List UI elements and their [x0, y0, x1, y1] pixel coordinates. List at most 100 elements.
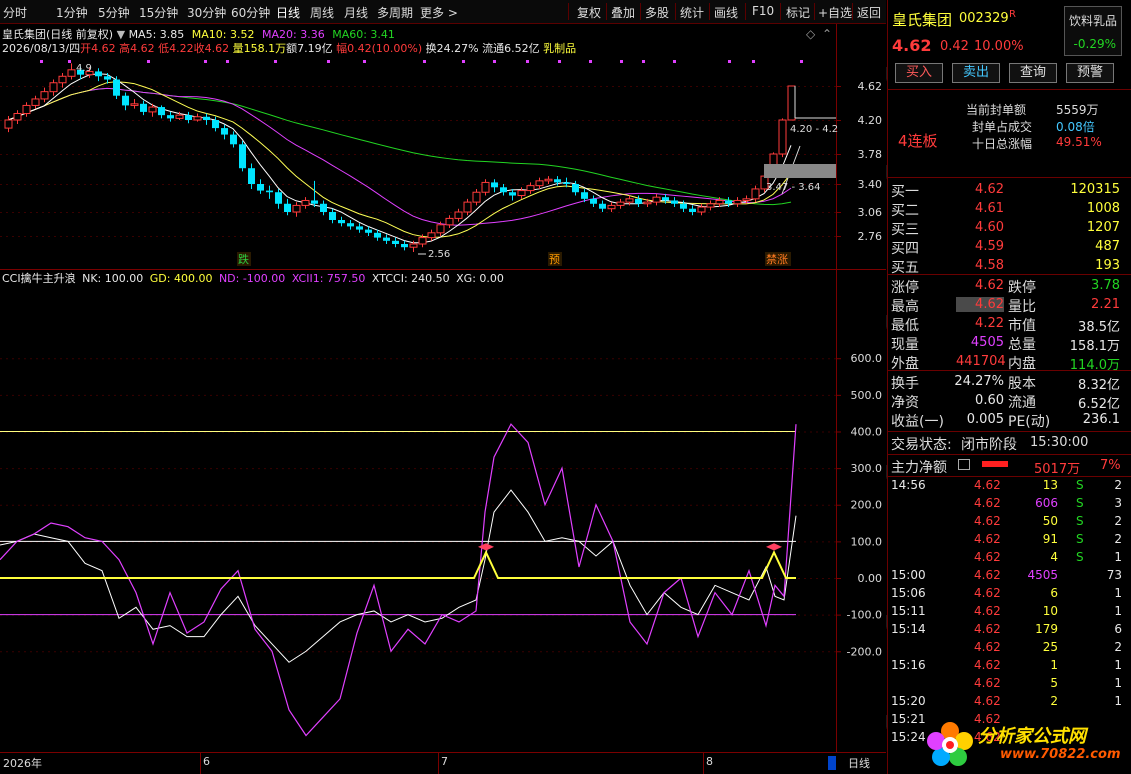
- stat-value: 4.62: [956, 297, 1004, 312]
- y-tick-label: 4.20: [858, 114, 883, 127]
- stock-price: 4.62: [892, 36, 932, 55]
- candle-body-up: [652, 196, 661, 203]
- logo-url: www.70822.com: [1000, 747, 1121, 762]
- candle-body-up: [544, 178, 553, 182]
- candle-body-down: [635, 198, 642, 204]
- back-button[interactable]: 返回: [857, 4, 881, 21]
- y-tick-label: 3.40: [858, 178, 883, 191]
- tick-time: 15:21: [891, 712, 926, 726]
- candle-body-up: [697, 206, 706, 213]
- seal-ratio: 0.08倍: [1056, 120, 1095, 134]
- tab-5min[interactable]: 5分钟: [98, 4, 130, 21]
- expand-icon[interactable]: ⌃: [822, 27, 832, 41]
- candle-body-down: [374, 232, 381, 238]
- candle-body-up: [13, 113, 22, 121]
- candle-body-up: [292, 204, 301, 213]
- y-tick-label: 4.62: [858, 80, 883, 93]
- sell-button[interactable]: 卖出: [952, 63, 1000, 83]
- stat-label: 市值: [1008, 318, 1036, 334]
- logo-text: 分析家公式网: [978, 726, 1086, 747]
- tick-count: 2: [1114, 514, 1122, 528]
- kline-chart[interactable]: 4.9 2.56 4.20 - 4.2 3.47 - 3.64 跌 预 禁涨 4.62 4.2…: [0, 24, 886, 270]
- scroll-handle[interactable]: [828, 756, 836, 770]
- stat-value: 38.5亿: [1078, 320, 1120, 335]
- candle-body-down: [248, 168, 255, 184]
- stats-row: 涨停 4.62 跌停 3.78: [888, 277, 1131, 296]
- candle-body-down: [662, 197, 669, 201]
- stats-button[interactable]: 统计: [680, 4, 704, 21]
- bid-volume: 1207: [1086, 220, 1120, 235]
- signal-dot: [752, 60, 755, 63]
- cci-nd: ND: -100.00: [218, 272, 286, 285]
- signal-dot: [800, 60, 803, 63]
- flow-detail-icon[interactable]: [958, 459, 970, 470]
- alert-button[interactable]: 预警: [1066, 63, 1114, 83]
- period-label[interactable]: 日线: [848, 755, 870, 771]
- tick-price: 4.62: [974, 658, 1001, 672]
- collapse-icon[interactable]: ◇: [806, 27, 815, 41]
- tick-price: 4.62: [974, 532, 1001, 546]
- low-price-label: 2.56: [428, 249, 450, 260]
- info-sector: 乳制品: [543, 42, 577, 55]
- candle-body-up: [526, 185, 535, 192]
- signal-dot: [274, 60, 277, 63]
- order-book-row[interactable]: 买三 4.60 1207: [888, 219, 1131, 238]
- mark-button[interactable]: 标记: [786, 4, 810, 21]
- multi-stock-button[interactable]: 多股: [645, 4, 669, 21]
- order-book-row[interactable]: 买二 4.61 1008: [888, 200, 1131, 219]
- tab-daily[interactable]: 日线: [276, 4, 300, 21]
- stat-label: 涨停: [891, 280, 919, 296]
- query-button[interactable]: 查询: [1009, 63, 1057, 83]
- tick-row: 15:16 4.62 1 1: [888, 657, 1131, 675]
- tick-time: 15:20: [891, 694, 926, 708]
- tick-volume: 5: [1050, 676, 1058, 690]
- draw-button[interactable]: 画线: [714, 4, 738, 21]
- candle-body-down: [680, 203, 687, 209]
- candle-body-down: [590, 198, 597, 204]
- signal-dot: [147, 60, 150, 63]
- overlay-button[interactable]: 叠加: [611, 4, 635, 21]
- ten-day-gain: 49.51%: [1056, 135, 1102, 149]
- tick-price: 4.62: [974, 622, 1001, 636]
- candle-body-down: [392, 240, 399, 244]
- signal-dot: [673, 60, 676, 63]
- tab-monthly[interactable]: 月线: [344, 4, 368, 21]
- signal-dot: [620, 60, 623, 63]
- candle-body-down: [221, 128, 228, 135]
- tab-minute[interactable]: 分时: [3, 4, 27, 21]
- buy-button[interactable]: 买入: [895, 63, 943, 83]
- order-book-row[interactable]: 买四 4.59 487: [888, 238, 1131, 257]
- stat-label: 最高: [891, 299, 919, 315]
- cci-xg: XG: 0.00: [456, 272, 504, 285]
- tab-more[interactable]: 更多 >: [420, 4, 458, 21]
- tick-row: 15:11 4.62 10 1: [888, 603, 1131, 621]
- candle-body-down: [383, 237, 390, 241]
- tab-30min[interactable]: 30分钟: [187, 4, 226, 21]
- tick-count: 1: [1114, 658, 1122, 672]
- signal-marker: 跌: [238, 252, 249, 266]
- tick-count: 2: [1114, 640, 1122, 654]
- candle-body-down: [311, 200, 318, 204]
- tick-price: 4.62: [974, 640, 1001, 654]
- sector-box[interactable]: 饮料乳品 -0.29%: [1064, 6, 1122, 56]
- f10-button[interactable]: F10: [752, 4, 774, 18]
- signal-dot: [68, 60, 71, 63]
- tab-weekly[interactable]: 周线: [310, 4, 334, 21]
- annotation-2: 3.47 - 3.64: [766, 182, 821, 193]
- candle-body-up: [409, 243, 418, 248]
- cci-y-tick-label: 500.0: [851, 389, 883, 402]
- cci-indicator-chart[interactable]: 600.0 500.0 400.0 300.0 200.0 100.0 0.00 -100.0…: [0, 270, 886, 752]
- tab-1min[interactable]: 1分钟: [56, 4, 88, 21]
- tick-time: 15:11: [891, 604, 926, 618]
- adjust-button[interactable]: 复权: [577, 4, 601, 21]
- candle-body-down: [95, 71, 102, 77]
- tab-60min[interactable]: 60分钟: [231, 4, 270, 21]
- annotation-1: 4.20 - 4.2: [790, 124, 838, 135]
- tab-15min[interactable]: 15分钟: [139, 4, 178, 21]
- candle-body-down: [329, 212, 336, 220]
- tab-multi-period[interactable]: 多周期: [377, 4, 413, 21]
- candle-body-up: [31, 98, 40, 106]
- add-watchlist-button[interactable]: +自选: [818, 4, 852, 21]
- order-book-row[interactable]: 买一 4.62 120315: [888, 181, 1131, 200]
- tick-price: 4.62: [974, 694, 1001, 708]
